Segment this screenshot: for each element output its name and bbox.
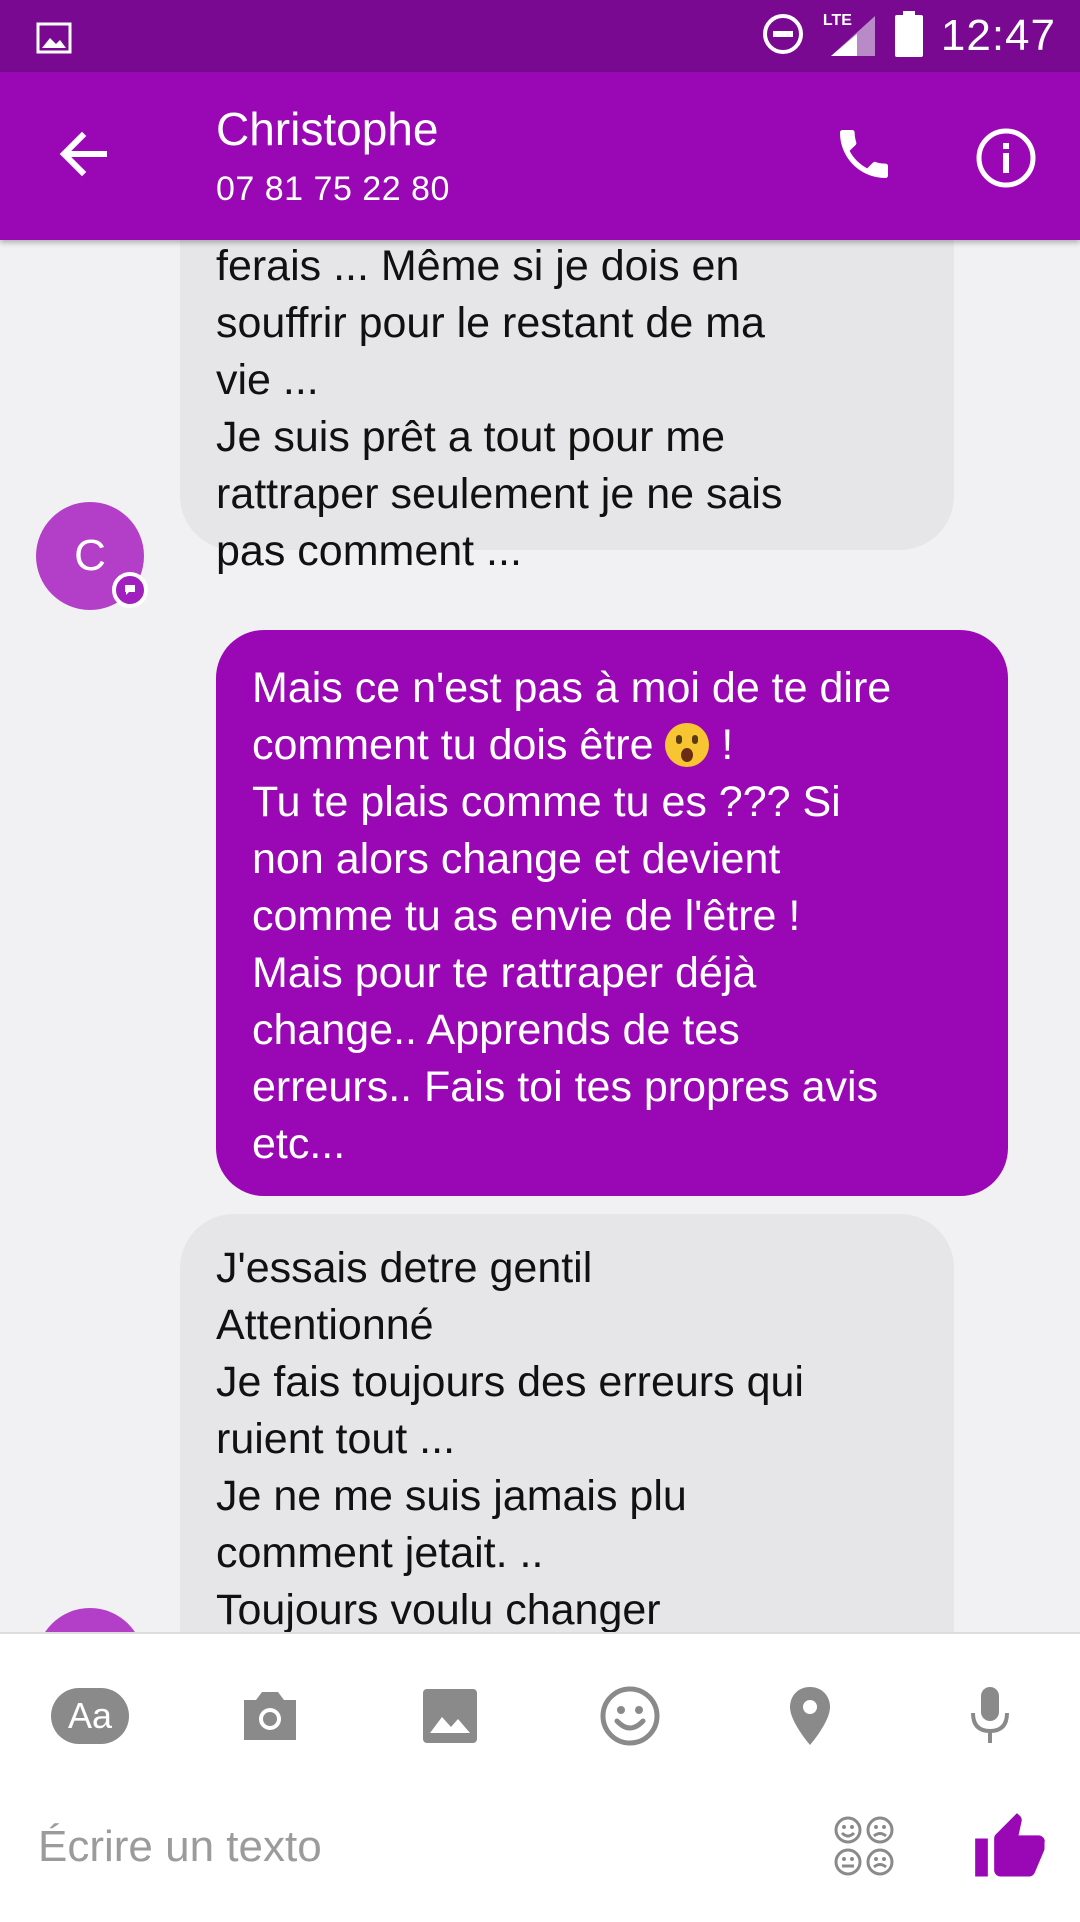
message-thread[interactable]: ferais ... Même si je dois en souffrir p…	[0, 240, 1080, 1632]
contact-avatar[interactable]: C	[36, 502, 148, 610]
battery-icon	[894, 10, 923, 62]
gallery-notification-icon	[36, 22, 72, 59]
status-time: 12:47	[940, 11, 1056, 60]
avatar-initial: C	[74, 531, 106, 580]
microphone-icon	[971, 1687, 1009, 1743]
back-arrow-icon[interactable]	[52, 122, 116, 186]
text-format-icon: Aa	[51, 1688, 129, 1744]
status-bar: LTE 12:47	[0, 0, 1080, 72]
phone-call-icon[interactable]	[832, 122, 896, 186]
message-text-input[interactable]	[36, 1814, 800, 1880]
location-button[interactable]	[768, 1674, 852, 1758]
text-format-button[interactable]: Aa	[48, 1674, 132, 1758]
emoji-icon	[600, 1686, 660, 1746]
conversation-header: Christophe 07 81 75 22 80	[0, 72, 1080, 240]
messenger-badge-icon	[112, 572, 148, 608]
do-not-disturb-icon	[761, 12, 805, 61]
sticker-faces-icon[interactable]	[832, 1814, 896, 1878]
astonished-face-emoji-icon	[665, 723, 710, 767]
thumbs-up-icon[interactable]	[972, 1810, 1048, 1886]
incoming-message: ferais ... Même si je dois en souffrir p…	[180, 240, 954, 575]
contact-phone-number: 07 81 75 22 80	[216, 170, 450, 208]
network-type-label: LTE	[822, 12, 852, 29]
contact-avatar[interactable]	[36, 1608, 144, 1632]
emoji-button[interactable]	[588, 1674, 672, 1758]
info-icon[interactable]	[974, 126, 1038, 190]
camera-icon	[244, 1692, 296, 1740]
voice-message-button[interactable]	[948, 1674, 1032, 1758]
contact-name: Christophe	[216, 103, 439, 155]
signal-lte-icon: LTE	[822, 12, 877, 58]
incoming-message: J'essais detre gentil Attentionné Je fai…	[180, 1214, 954, 1632]
gallery-button[interactable]	[408, 1674, 492, 1758]
location-pin-icon	[790, 1687, 830, 1745]
image-icon	[423, 1689, 477, 1743]
camera-button[interactable]	[228, 1674, 312, 1758]
outgoing-message-text-part1: Mais ce n'est pas à moi de te dire comme…	[252, 664, 892, 769]
outgoing-message-text-part2: ! Tu te plais comme tu es ??? Si non alo…	[252, 721, 879, 1168]
message-composer: Aa	[0, 1632, 1080, 1922]
outgoing-message: Mais ce n'est pas à moi de te dire comme…	[216, 630, 1008, 1196]
